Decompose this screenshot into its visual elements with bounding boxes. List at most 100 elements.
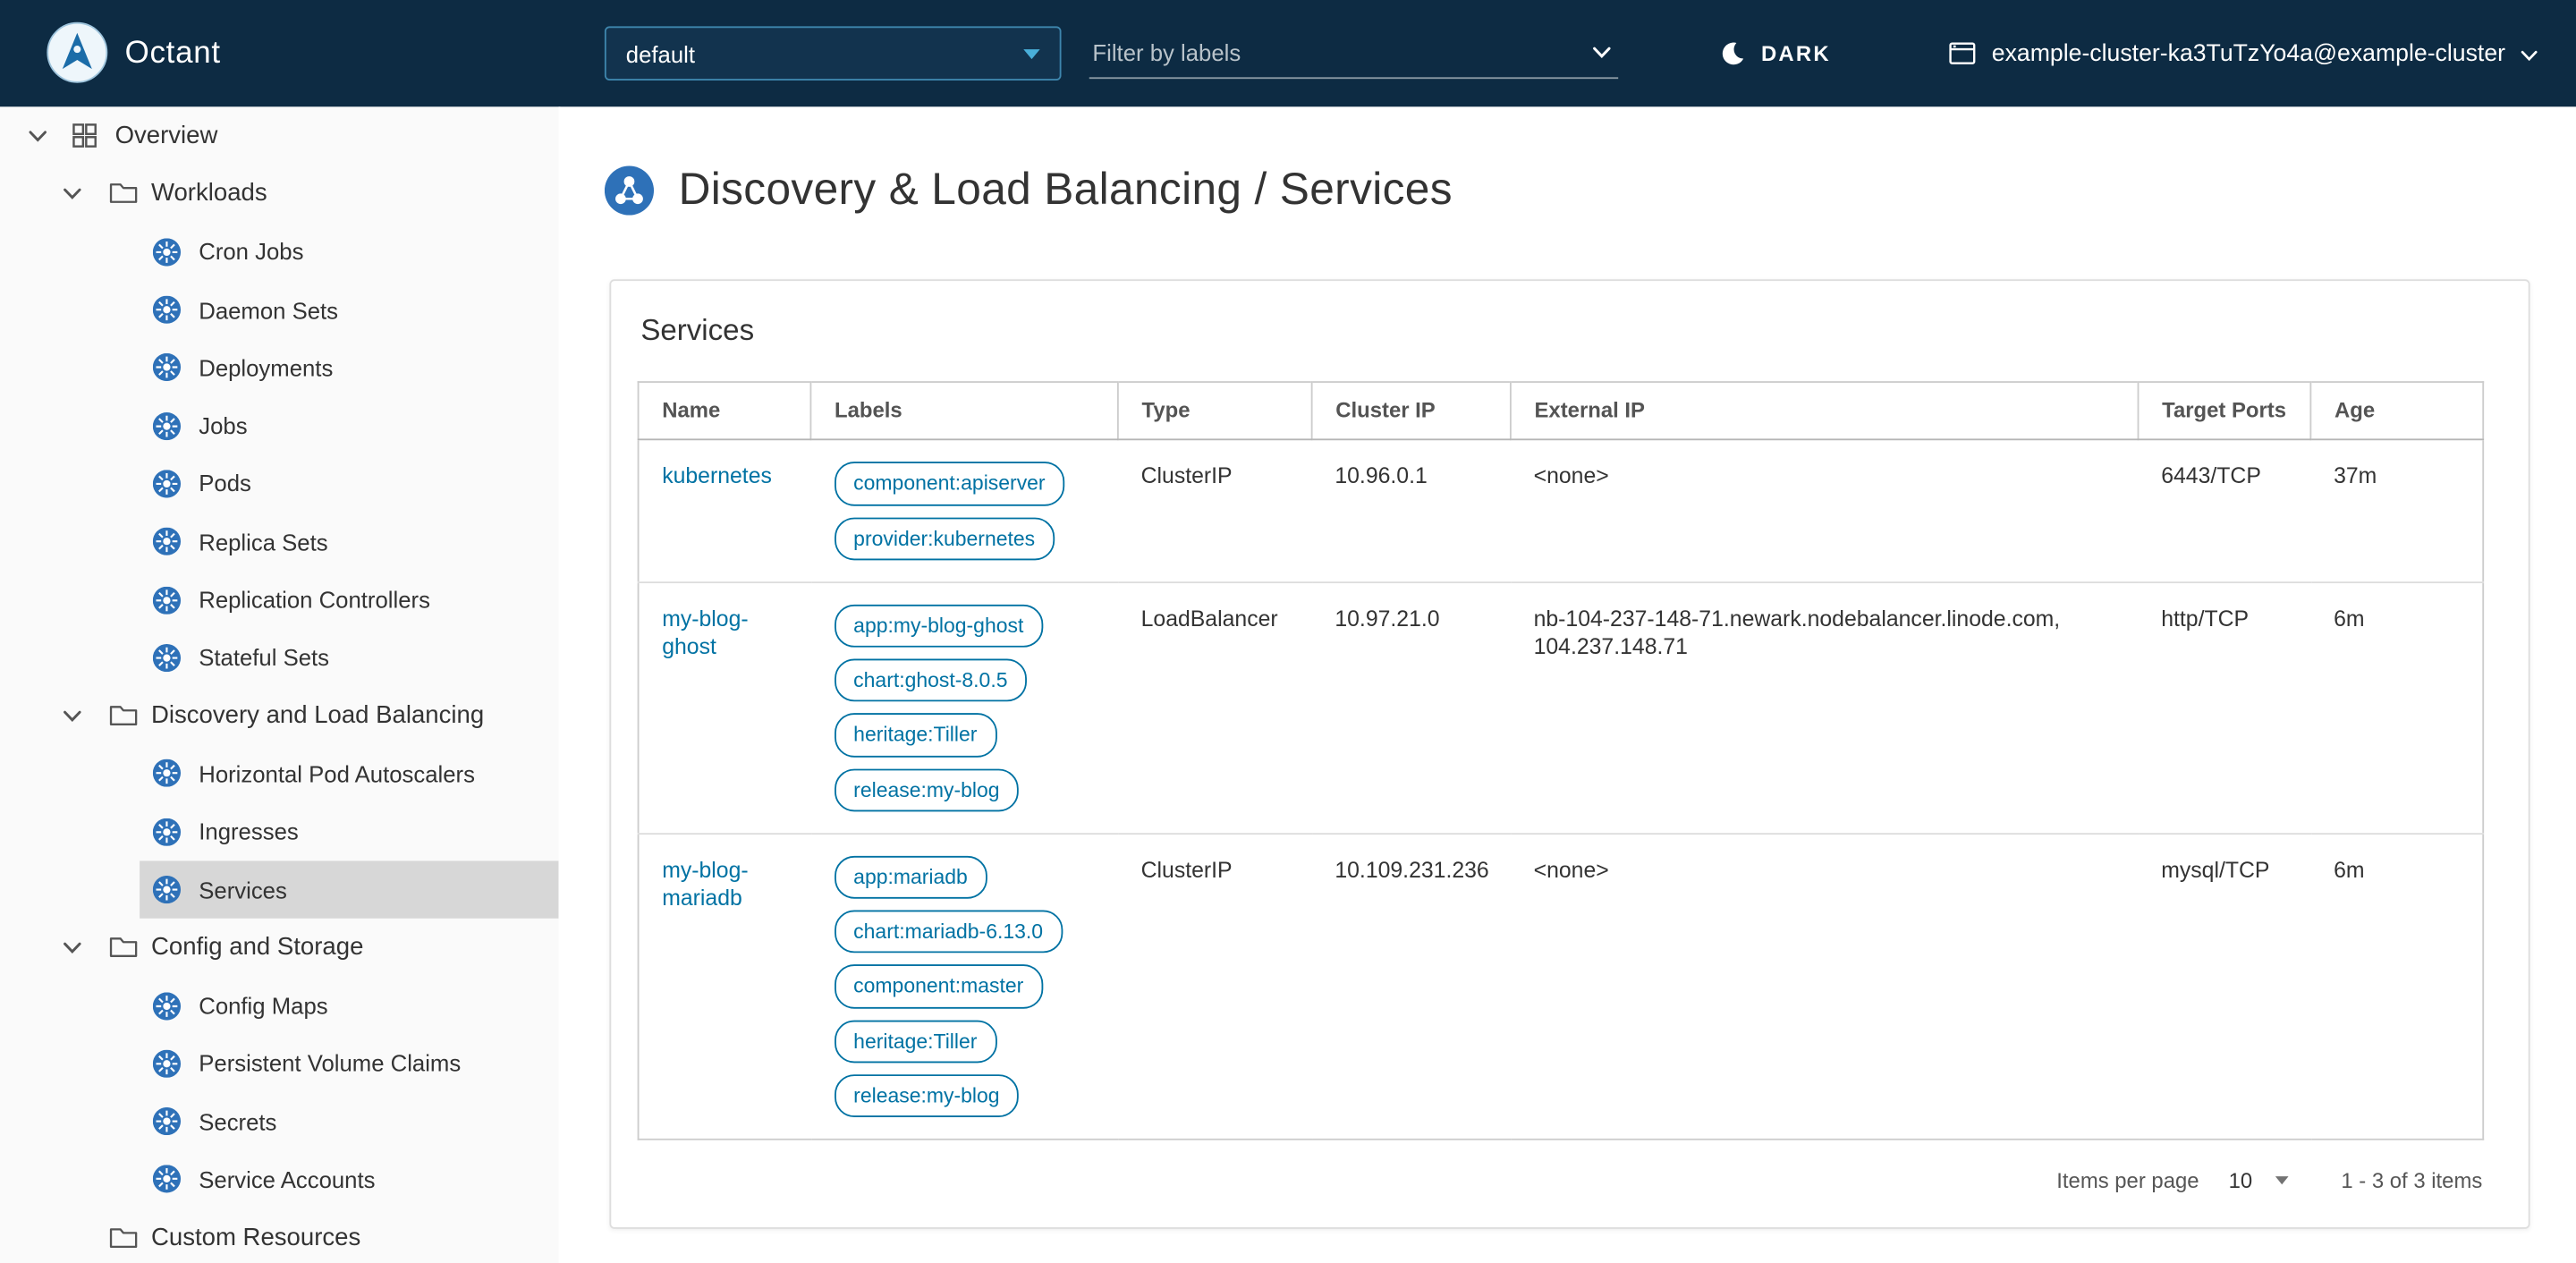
context-selector[interactable]: example-cluster-ka3TuTzYo4a@example-clus… [1949, 0, 2538, 106]
services-card: Services Name Labels Type Cluster IP Ext… [609, 279, 2530, 1229]
moon-icon [1718, 39, 1746, 67]
label-filter [1089, 26, 1619, 80]
column-header-external-ip: External IP [1510, 382, 2140, 441]
persistent-volume-claims-icon [153, 1049, 181, 1077]
cell-cluster-ip: 10.96.0.1 [1311, 438, 1511, 582]
namespace-dropdown[interactable]: default [604, 26, 1062, 81]
stateful-sets-icon [153, 644, 181, 672]
sidebar-section-discovery-and-load-balancing[interactable]: Discovery and Load Balancing [49, 687, 558, 745]
sidebar-section-label: Custom Resources [150, 1223, 361, 1252]
label-pill[interactable]: heritage:Tiller [834, 1019, 997, 1063]
sidebar-section-workloads[interactable]: Workloads [49, 165, 558, 223]
sidebar-section-config-and-storage[interactable]: Config and Storage [49, 919, 558, 977]
page-header: Discovery & Load Balancing / Services [605, 165, 1453, 216]
sidebar-item-deployments[interactable]: Deployments [140, 339, 558, 397]
cell-type: ClusterIP [1117, 832, 1312, 1140]
sidebar-item-label: Service Accounts [199, 1166, 376, 1193]
cell-cluster-ip: 10.109.231.236 [1311, 832, 1511, 1140]
table-header-row: Name Labels Type Cluster IP External IP … [638, 382, 2484, 441]
column-header-age: Age [2310, 382, 2484, 441]
column-header-name: Name [638, 382, 812, 441]
services-table-wrap: Name Labels Type Cluster IP External IP … [637, 381, 2485, 1140]
cell-external-ip: <none> [1510, 438, 2139, 582]
card-title: Services [640, 313, 755, 347]
main-content: Discovery & Load Balancing / Services Se… [558, 106, 2576, 1263]
horizontal-pod-autoscalers-icon [153, 759, 181, 787]
chevron-down-icon [28, 129, 47, 142]
sidebar-item-secrets[interactable]: Secrets [140, 1093, 558, 1151]
sidebar-item-overview[interactable]: Overview [16, 106, 558, 165]
table-row: my-blog-ghost app:my-blog-ghost chart:gh… [638, 581, 2484, 834]
sidebar-section-custom-resources[interactable]: Custom Resources [49, 1208, 558, 1263]
sidebar-item-cron-jobs[interactable]: Cron Jobs [140, 223, 558, 281]
label-pill[interactable]: release:my-blog [834, 767, 1020, 811]
chevron-down-icon [63, 709, 82, 723]
ingresses-icon [153, 818, 181, 845]
label-filter-input[interactable] [1089, 38, 1592, 65]
sidebar-item-label: Secrets [199, 1108, 277, 1135]
sidebar-item-services[interactable]: Services [140, 860, 559, 920]
cell-external-ip: nb-104-237-148-71.newark.nodebalancer.li… [1510, 581, 2139, 834]
chevron-down-icon [2275, 1175, 2289, 1184]
cell-target-ports: http/TCP [2138, 581, 2311, 834]
context-label: example-cluster-ka3TuTzYo4a@example-clus… [1991, 39, 2506, 67]
service-link[interactable]: my-blog-ghost [662, 606, 748, 659]
sidebar-item-ingresses[interactable]: Ingresses [140, 802, 558, 860]
sidebar-item-persistent-volume-claims[interactable]: Persistent Volume Claims [140, 1035, 558, 1093]
config-maps-icon [153, 992, 181, 1020]
chevron-down-icon[interactable] [1592, 46, 1612, 59]
cell-age: 6m [2310, 581, 2484, 834]
cell-cluster-ip: 10.97.21.0 [1311, 581, 1511, 834]
cell-external-ip: <none> [1510, 832, 2139, 1140]
cell-name: kubernetes [638, 438, 811, 582]
sidebar-item-label: Services [199, 876, 287, 903]
sidebar-item-jobs[interactable]: Jobs [140, 397, 558, 455]
column-header-cluster-ip: Cluster IP [1311, 382, 1512, 441]
sidebar-item-replication-controllers[interactable]: Replication Controllers [140, 571, 558, 629]
label-pill[interactable]: heritage:Tiller [834, 713, 997, 757]
sidebar-section-label: Discovery and Load Balancing [150, 701, 485, 730]
service-link[interactable]: my-blog-mariadb [662, 857, 748, 911]
sidebar-item-horizontal-pod-autoscalers[interactable]: Horizontal Pod Autoscalers [140, 745, 558, 803]
cell-age: 37m [2310, 438, 2484, 582]
cell-labels: app:my-blog-ghost chart:ghost-8.0.5 heri… [810, 581, 1118, 834]
column-header-type: Type [1117, 382, 1313, 441]
sidebar-section-label: Workloads [150, 180, 267, 208]
sidebar-item-label: Ingresses [199, 818, 299, 845]
cell-name: my-blog-ghost [638, 581, 811, 834]
daemon-sets-icon [153, 296, 181, 324]
window-icon [1949, 41, 1977, 66]
secrets-icon [153, 1107, 181, 1135]
service-link[interactable]: kubernetes [662, 463, 772, 488]
label-pill[interactable]: app:mariadb [834, 855, 987, 899]
sidebar-item-stateful-sets[interactable]: Stateful Sets [140, 629, 558, 687]
cell-target-ports: 6443/TCP [2138, 438, 2311, 582]
cell-target-ports: mysql/TCP [2138, 832, 2311, 1140]
sidebar-item-replica-sets[interactable]: Replica Sets [140, 513, 558, 571]
cell-type: LoadBalancer [1117, 581, 1312, 834]
label-pill[interactable]: app:my-blog-ghost [834, 604, 1044, 648]
cell-name: my-blog-mariadb [638, 832, 811, 1140]
cell-labels: app:mariadb chart:mariadb-6.13.0 compone… [810, 832, 1118, 1140]
theme-toggle-button[interactable]: DARK [1718, 0, 1831, 106]
replica-sets-icon [153, 528, 181, 555]
cron-jobs-icon [153, 238, 181, 266]
sidebar-item-label: Stateful Sets [199, 644, 330, 671]
label-pill[interactable]: release:my-blog [834, 1073, 1020, 1117]
sidebar-item-daemon-sets[interactable]: Daemon Sets [140, 281, 558, 339]
label-pill[interactable]: component:master [834, 964, 1044, 1008]
sidebar-item-service-accounts[interactable]: Service Accounts [140, 1150, 558, 1208]
sidebar-item-config-maps[interactable]: Config Maps [140, 977, 558, 1035]
octant-app: Octant default DARK example-cluster-ka3T… [0, 0, 2576, 1263]
sidebar-item-label: Persistent Volume Claims [199, 1050, 462, 1077]
label-pill[interactable]: component:apiserver [834, 462, 1065, 505]
label-pill[interactable]: chart:ghost-8.0.5 [834, 658, 1028, 702]
theme-toggle-label: DARK [1760, 40, 1831, 66]
label-pill[interactable]: chart:mariadb-6.13.0 [834, 910, 1063, 954]
jobs-icon [153, 411, 181, 439]
sidebar-item-pods[interactable]: Pods [140, 454, 558, 513]
label-pill[interactable]: provider:kubernetes [834, 516, 1055, 560]
cell-labels: component:apiserver provider:kubernetes [810, 438, 1118, 582]
items-per-page-select[interactable]: 10 [2229, 1167, 2289, 1192]
octant-logo-icon[interactable] [46, 21, 108, 84]
